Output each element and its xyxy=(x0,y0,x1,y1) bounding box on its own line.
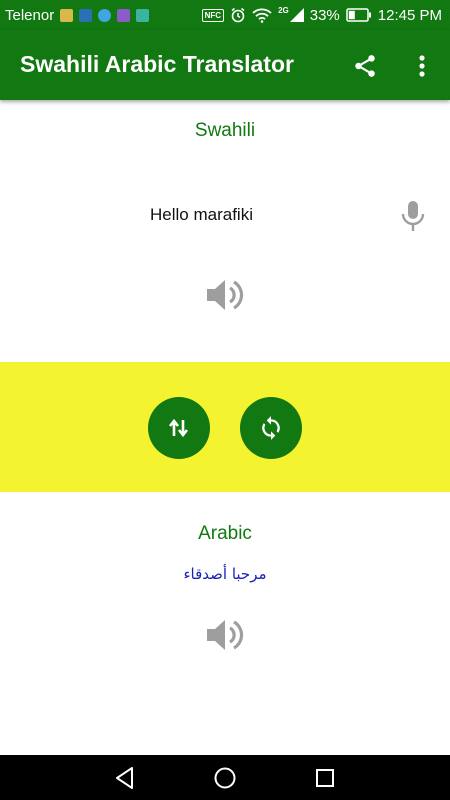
volume-up-icon xyxy=(207,620,244,650)
voice-input-button[interactable] xyxy=(400,200,426,232)
translate-refresh-button[interactable] xyxy=(240,397,302,459)
source-speak-button[interactable] xyxy=(205,277,245,313)
battery-percent: 33% xyxy=(309,6,340,24)
download-icon xyxy=(136,8,150,22)
nav-home-button[interactable] xyxy=(212,765,238,791)
signal-icon: 2G xyxy=(278,6,304,22)
status-bar: Telenor NFC 2G 33% 12:45 PM xyxy=(0,0,450,30)
refresh-icon xyxy=(262,416,280,440)
clock: 12:45 PM xyxy=(377,6,442,24)
share-icon xyxy=(355,55,375,77)
back-icon xyxy=(116,767,133,789)
cleaner-icon xyxy=(60,8,74,22)
share-button[interactable] xyxy=(352,53,378,79)
translated-text: مرحبا أصدقاء xyxy=(183,565,267,583)
network-type: 2G xyxy=(278,6,289,15)
notification-icon xyxy=(79,8,93,22)
nav-back-button[interactable] xyxy=(112,765,138,791)
target-language-label[interactable]: Arabic xyxy=(0,523,450,545)
source-text-input[interactable]: Hello marafiki xyxy=(150,205,253,225)
message-icon xyxy=(98,8,112,22)
source-language-label[interactable]: Swahili xyxy=(0,120,450,142)
action-band xyxy=(0,362,450,492)
app-title: Swahili Arabic Translator xyxy=(20,51,294,77)
swap-vert-icon xyxy=(168,418,189,438)
target-speak-button[interactable] xyxy=(205,617,245,653)
app-bar: Swahili Arabic Translator xyxy=(0,30,450,100)
more-options-button[interactable] xyxy=(412,52,432,80)
battery-icon xyxy=(346,8,371,22)
wifi-icon xyxy=(252,8,272,23)
volume-up-icon xyxy=(207,280,244,310)
recents-icon xyxy=(316,769,334,787)
navigation-bar xyxy=(0,755,450,800)
home-icon xyxy=(214,767,236,789)
mic-icon xyxy=(401,201,425,231)
nfc-icon: NFC xyxy=(201,8,225,22)
alarm-icon xyxy=(231,7,245,23)
more-vert-icon xyxy=(419,55,425,77)
swap-languages-button[interactable] xyxy=(148,397,210,459)
gallery-icon xyxy=(117,8,131,22)
nav-recents-button[interactable] xyxy=(312,765,338,791)
carrier-name: Telenor xyxy=(5,6,55,24)
